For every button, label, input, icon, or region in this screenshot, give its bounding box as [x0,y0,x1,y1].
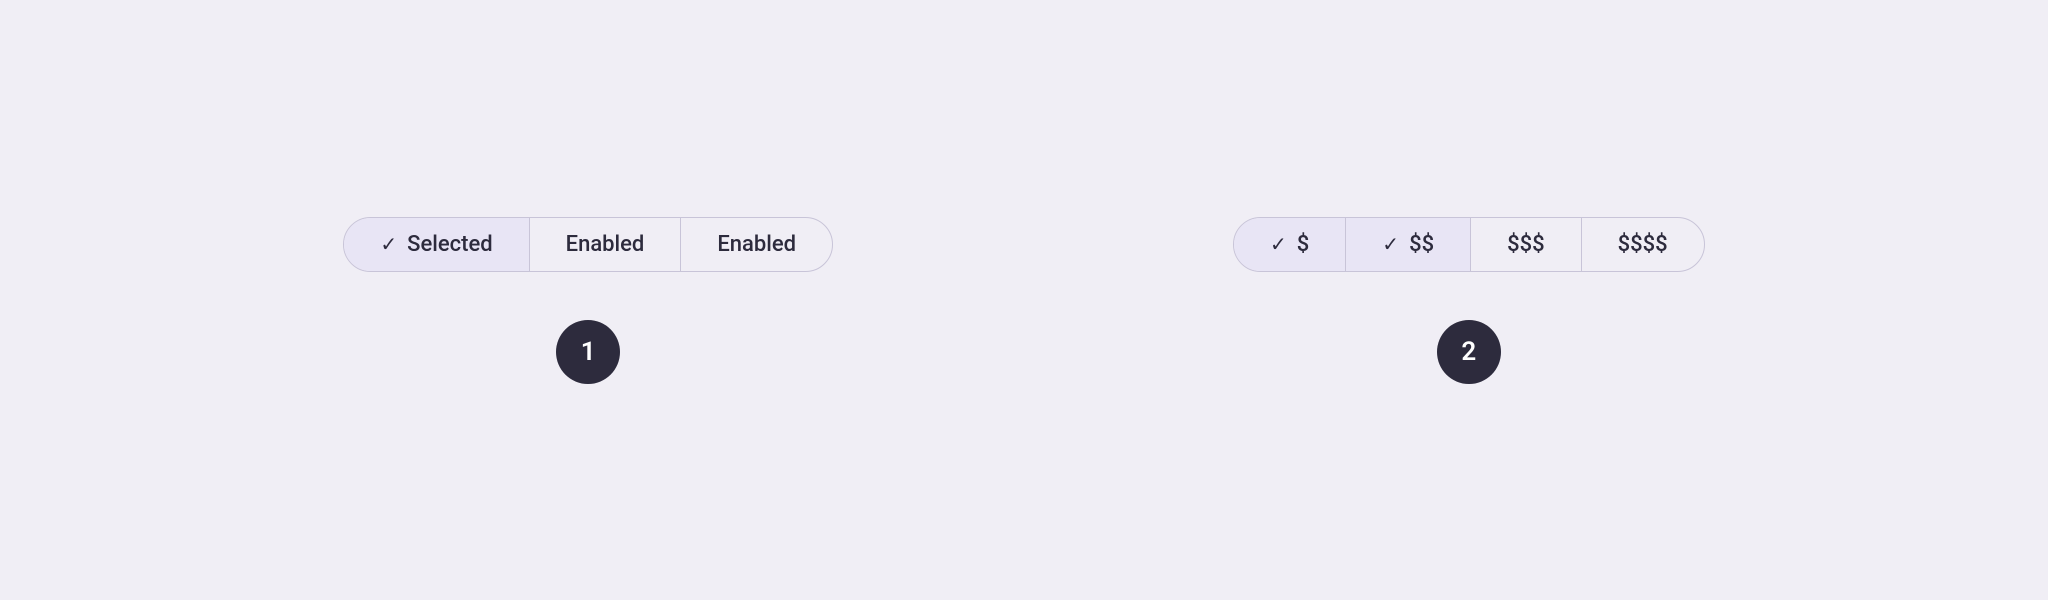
badge-1: 1 [556,320,620,384]
check-icon-dollar-1: ✓ [1270,232,1287,256]
segment-dollar-4-label: $$$$ [1618,232,1668,257]
segment-dollar-1-label: $ [1297,232,1310,257]
check-icon-dollar-2: ✓ [1382,232,1399,256]
segment-enabled-2[interactable]: Enabled [681,218,832,271]
segment-dollar-3[interactable]: $$$ [1471,218,1582,271]
segment-dollar-4[interactable]: $$$$ [1582,218,1704,271]
main-container: ✓ Selected Enabled Enabled 1 ✓ $ ✓ $$ [343,217,1704,384]
segment-dollar-3-label: $$$ [1507,232,1545,257]
segment-enabled-1[interactable]: Enabled [530,218,682,271]
segment-dollar-1[interactable]: ✓ $ [1234,218,1346,271]
segmented-control-2: ✓ $ ✓ $$ $$$ $$$$ [1233,217,1705,272]
segment-selected-label: Selected [407,232,493,257]
segment-dollar-2-label: $$ [1409,232,1434,257]
segment-enabled-2-label: Enabled [717,232,796,257]
check-icon-selected: ✓ [380,232,397,256]
badge-2: 2 [1437,320,1501,384]
segment-dollar-2[interactable]: ✓ $$ [1346,218,1471,271]
segment-enabled-1-label: Enabled [566,232,645,257]
badge-1-label: 1 [581,337,596,367]
segment-selected[interactable]: ✓ Selected [344,218,529,271]
segmented-control-1: ✓ Selected Enabled Enabled [343,217,833,272]
badge-2-label: 2 [1461,337,1476,367]
group-1: ✓ Selected Enabled Enabled 1 [343,217,833,384]
group-2: ✓ $ ✓ $$ $$$ $$$$ 2 [1233,217,1705,384]
